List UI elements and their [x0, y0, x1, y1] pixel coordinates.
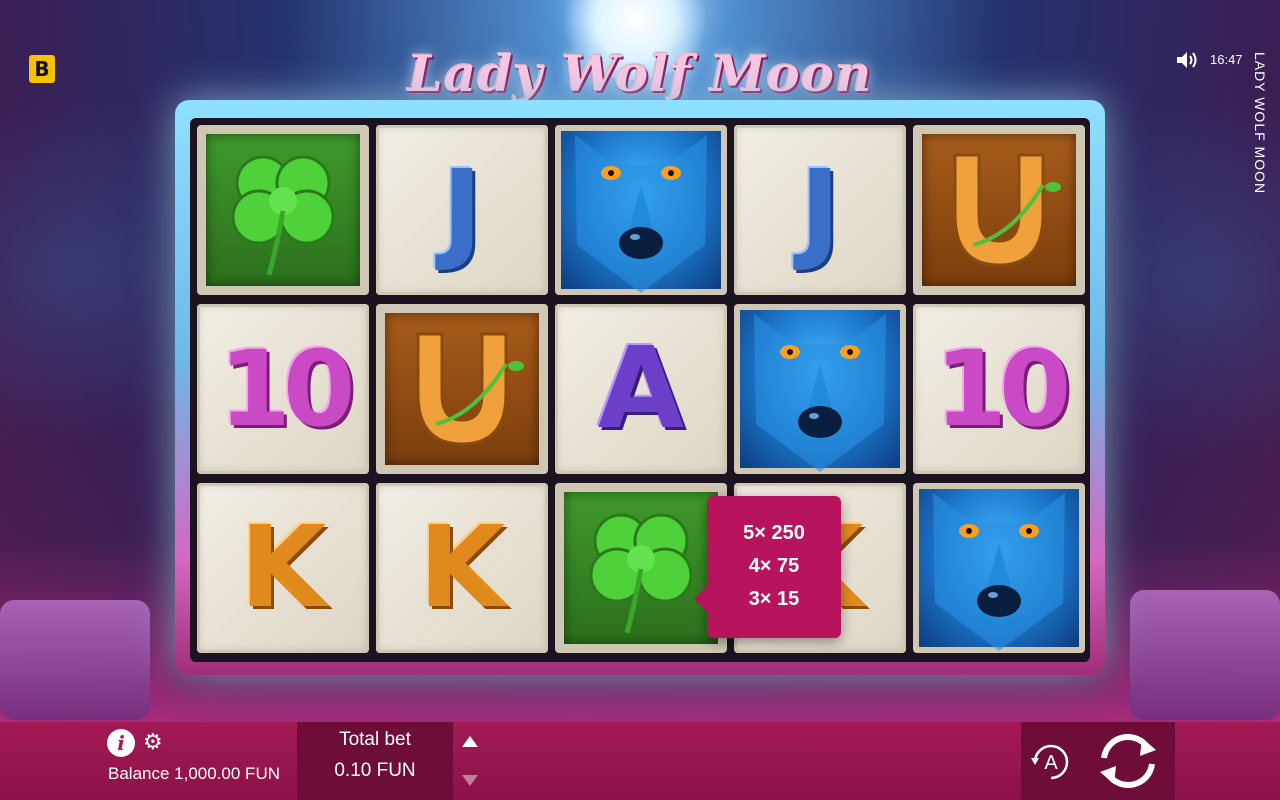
- background-foliage-right: [1080, 60, 1280, 500]
- symbol-j[interactable]: J: [376, 125, 548, 295]
- symbol-j[interactable]: J: [734, 125, 906, 295]
- background-rock-left: [0, 600, 150, 720]
- symbol-10[interactable]: 10: [197, 304, 369, 474]
- symbol-letter: K: [418, 503, 506, 633]
- info-icon[interactable]: i: [107, 729, 135, 757]
- reel-grid[interactable]: J J 10 A 10 K K: [197, 125, 1085, 655]
- symbol-k[interactable]: K: [376, 483, 548, 653]
- total-bet-value: 0.10 FUN: [334, 760, 416, 781]
- brand-logo[interactable]: B: [29, 55, 55, 83]
- wolf-icon: [575, 135, 707, 293]
- symbol-wolf[interactable]: [734, 304, 906, 474]
- symbol-letter: J: [799, 146, 841, 274]
- side-game-title: LADY WOLF MOON: [1252, 52, 1268, 195]
- symbol-horseshoe[interactable]: [913, 125, 1085, 295]
- symbol-wolf[interactable]: [913, 483, 1085, 653]
- spin-button[interactable]: [1092, 728, 1164, 794]
- symbol-letter: 10: [218, 328, 356, 450]
- symbol-10[interactable]: 10: [913, 304, 1085, 474]
- clover-icon: [231, 155, 335, 276]
- background-foliage-left: [0, 60, 200, 480]
- paytable-popup: 5× 250 4× 75 3× 15: [694, 496, 841, 638]
- symbol-clover[interactable]: [555, 483, 727, 653]
- arrow-up-icon: [462, 736, 478, 747]
- bet-increase-button[interactable]: [453, 722, 487, 761]
- symbol-k[interactable]: K: [197, 483, 369, 653]
- symbol-wolf[interactable]: [555, 125, 727, 295]
- gear-icon[interactable]: ⚙: [143, 732, 163, 754]
- symbol-letter: 10: [934, 328, 1072, 450]
- autoplay-label: A: [1044, 752, 1058, 774]
- symbol-letter: K: [239, 503, 327, 633]
- horseshoe-icon: [416, 332, 524, 446]
- clock: 16:47: [1210, 52, 1243, 67]
- symbol-letter: A: [597, 324, 685, 454]
- speaker-icon[interactable]: [1176, 51, 1198, 69]
- payout-row: 4× 75: [748, 555, 800, 577]
- symbol-letter: J: [441, 146, 483, 274]
- horseshoe-icon: [953, 153, 1061, 267]
- balance-label: Balance 1,000.00 FUN: [108, 764, 280, 783]
- symbol-horseshoe[interactable]: [376, 304, 548, 474]
- game-title-logo: Lady Wolf Moon: [407, 44, 873, 103]
- total-bet-label: Total bet: [339, 729, 411, 750]
- autoplay-button[interactable]: A: [1027, 738, 1075, 786]
- symbol-a[interactable]: A: [555, 304, 727, 474]
- clover-icon: [589, 513, 693, 634]
- payout-row: 3× 15: [748, 588, 800, 610]
- background-rock-right: [1130, 590, 1280, 720]
- symbol-clover[interactable]: [197, 125, 369, 295]
- arrow-down-icon: [462, 775, 478, 786]
- bet-decrease-button[interactable]: [453, 761, 487, 800]
- wolf-icon: [933, 493, 1065, 651]
- payout-row: 5× 250: [743, 522, 805, 544]
- wolf-icon: [754, 314, 886, 472]
